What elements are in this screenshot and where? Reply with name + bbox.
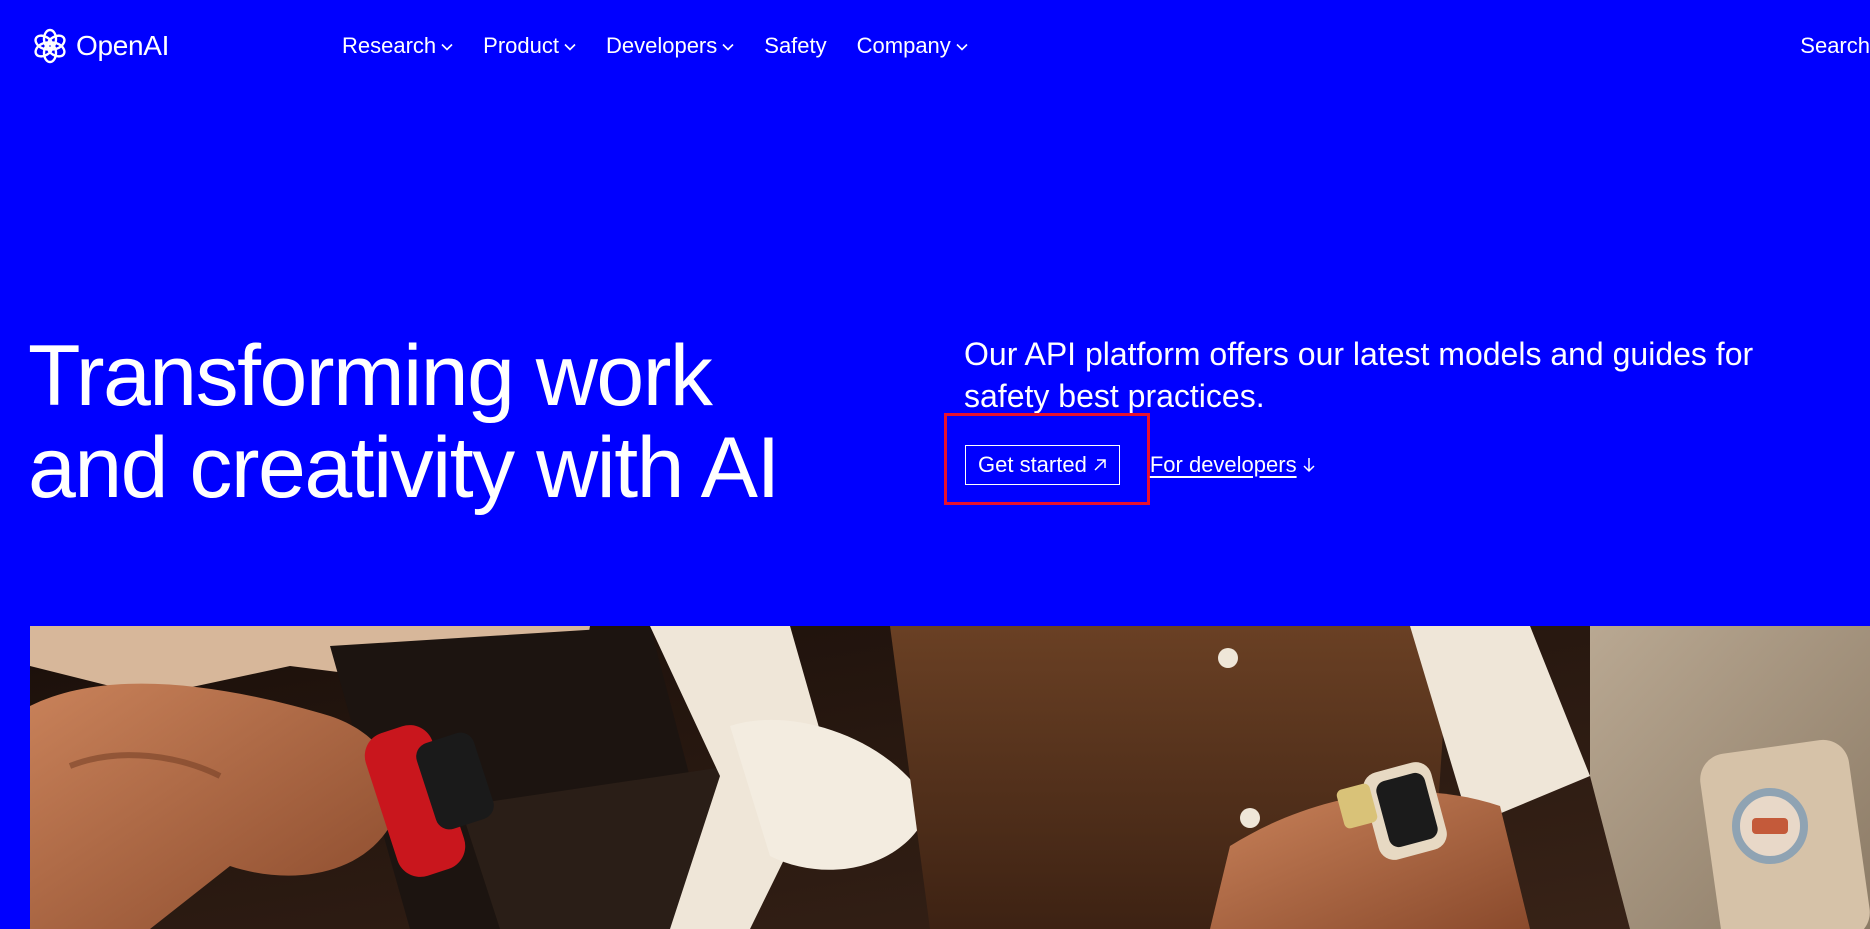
chevron-down-icon [564,43,576,51]
page: OpenAI Research Product Developers Safet… [0,0,1870,929]
hero-photo [30,626,1870,929]
nav-item-safety[interactable]: Safety [764,33,826,59]
arrow-down-icon [1303,458,1315,473]
for-developers-label: For developers [1149,452,1297,477]
chevron-down-icon [722,43,734,51]
search-button[interactable]: Search [1800,33,1870,59]
openai-logo-icon [34,28,66,64]
hero-title: Transforming work and creativity with AI [28,330,908,514]
chevron-down-icon [956,43,968,51]
nav-item-label: Product [483,33,559,58]
cta-row: Get started For developers [965,445,1315,485]
nav-item-developers[interactable]: Developers [606,33,734,59]
hero-title-line-1: Transforming work [28,328,713,424]
chevron-down-icon [441,43,453,51]
nav-item-label: Developers [605,33,718,58]
main-nav: Research Product Developers Safety Compa… [342,30,998,62]
arrow-up-right-icon [1094,459,1106,471]
hero-photo-illustration [30,626,1870,929]
for-developers-link[interactable]: For developers [1150,452,1315,478]
brand-name: OpenAI [76,30,170,61]
get-started-label: Get started [978,452,1087,477]
home-link[interactable]: OpenAI [30,26,169,66]
nav-item-product[interactable]: Product [483,33,576,59]
hero-subtitle: Our API platform offers our latest model… [964,336,1754,414]
nav-item-label: Company [856,33,951,58]
hero-title-line-2: and creativity with AI [28,420,780,516]
nav-item-label: Research [342,33,437,58]
nav-item-research[interactable]: Research [342,33,453,59]
get-started-button[interactable]: Get started [965,445,1120,485]
nav-item-label: Safety [764,33,827,58]
nav-item-company[interactable]: Company [857,33,968,59]
